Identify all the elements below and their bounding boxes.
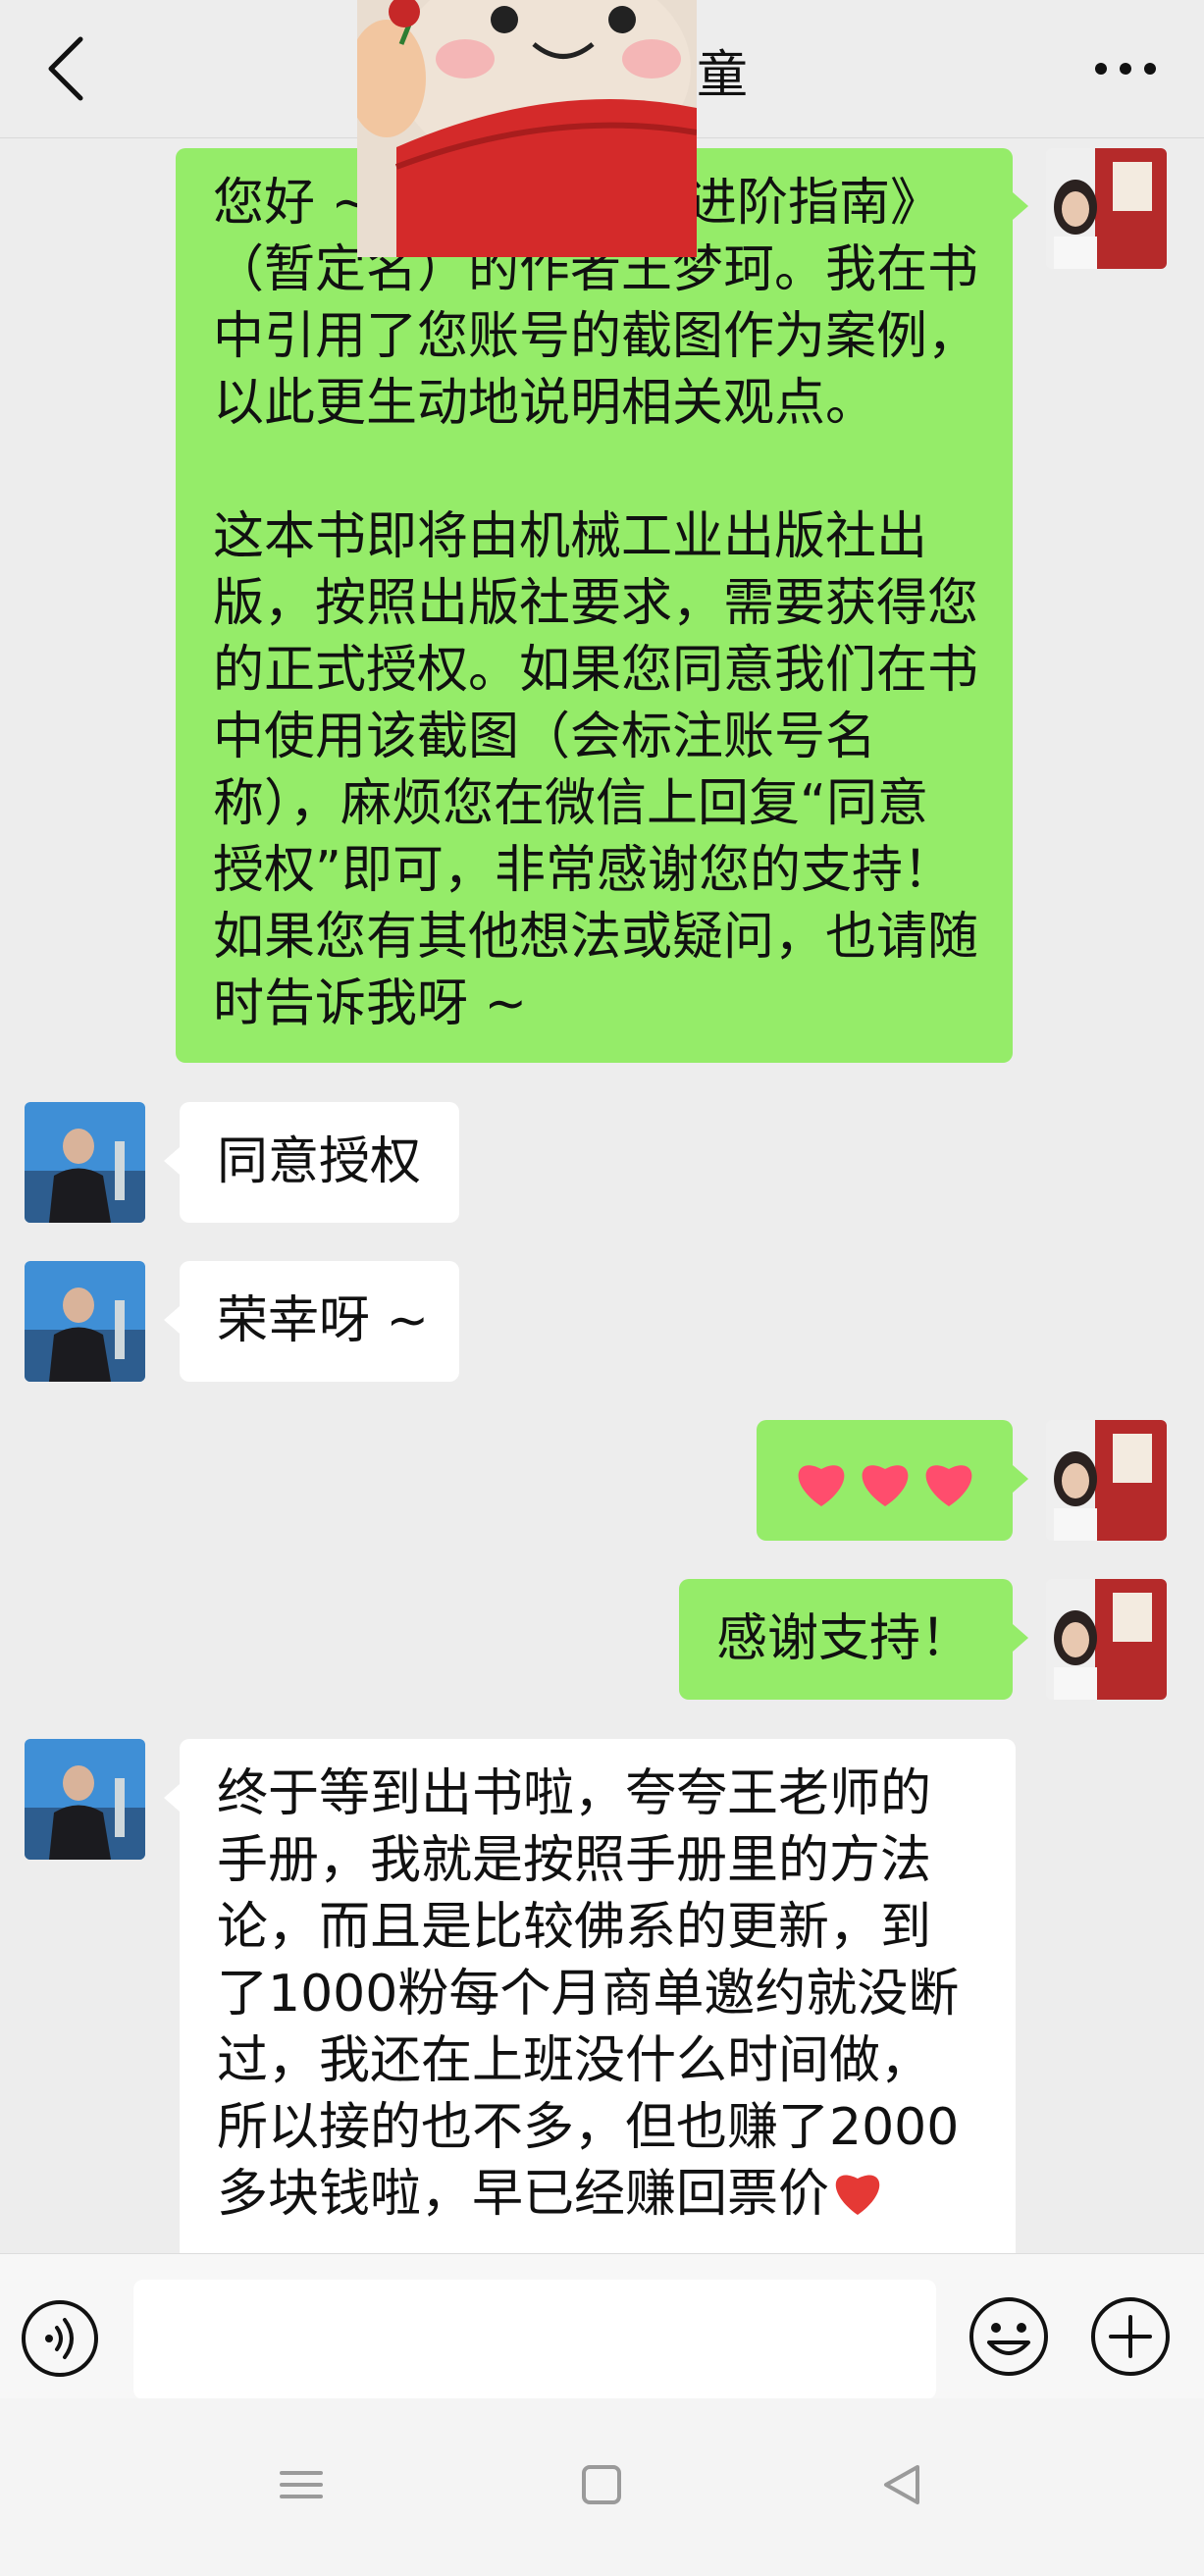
bubble-tail [1013, 192, 1028, 220]
system-navigation-bar [0, 2398, 1204, 2576]
message-input[interactable] [133, 2280, 936, 2399]
message-line: 以此更生动地说明相关观点。 [213, 374, 877, 433]
message-line-text: 多块钱啦，早已经赚回票价 [217, 2165, 830, 2224]
bubble-tail [164, 1306, 180, 1334]
plush-toy-sticker-image [357, 0, 697, 257]
message-line: 多块钱啦，早已经赚回票价 [217, 2161, 978, 2228]
message-line: 如果您有其他想法或疑问，也请随 [213, 908, 979, 967]
bubble-tail [164, 1784, 180, 1812]
message-line: 的正式授权。如果您同意我们在书 [213, 641, 979, 700]
message-line: 时告诉我呀 ~ [213, 974, 528, 1033]
self-avatar[interactable] [1046, 1420, 1167, 1541]
message-list[interactable]: 您好 ~ （暂定名）的作者王梦珂。我在书 中引用了您账号的截图作为案例， 以此更… [0, 138, 1204, 2253]
voice-icon[interactable] [20, 2298, 100, 2379]
chevron-left-icon[interactable] [29, 29, 108, 108]
message-text: 感谢支持！ [716, 1609, 972, 1668]
heart-icon [862, 1465, 909, 1506]
bubble-tail [1013, 1465, 1028, 1493]
message-line: 这本书即将由机械工业出版社出 [213, 507, 928, 566]
message-bubble-contact[interactable]: 终于等到出书啦，夸夸王老师的 手册，我就是按照手册里的方法 论，而且是比较佛系的… [180, 1739, 1016, 2253]
bubble-tail [164, 1147, 180, 1175]
contact-avatar[interactable] [25, 1261, 145, 1382]
message-bubble-contact[interactable]: 同意授权 [180, 1102, 459, 1223]
message-line: 所以接的也不多，但也赚了2000 [217, 2098, 960, 2157]
self-avatar[interactable] [1046, 1579, 1167, 1700]
back-triangle-icon[interactable] [872, 2455, 931, 2514]
heart-icon [835, 2175, 880, 2215]
message-line: 终于等到出书啦，夸夸王老师的 [217, 1764, 932, 1823]
heart-icon [798, 1465, 845, 1506]
message-line: 过，我还在上班没什么时间做， [217, 2031, 932, 2090]
hearts-emoji [798, 1465, 972, 1506]
contact-avatar[interactable] [25, 1739, 145, 1860]
heart-icon [925, 1465, 972, 1506]
chat-title: 童 [697, 46, 749, 105]
message-line: 手册，我就是按照手册里的方法 [217, 1831, 932, 1890]
contact-avatar[interactable] [25, 1102, 145, 1223]
message-line: 中使用该截图（会标注账号名 [213, 708, 877, 766]
message-bubble-self[interactable] [757, 1420, 1013, 1541]
plus-icon[interactable] [1089, 2295, 1172, 2378]
message-line: 称），麻烦您在微信上回复“同意 [213, 774, 928, 833]
message-line: 论，而且是比较佛系的更新，到 [217, 1898, 932, 1957]
message-line: 了1000粉每个月商单邀约就没断 [217, 1965, 960, 2024]
message-bubble-self[interactable]: 感谢支持！ [679, 1579, 1013, 1700]
self-avatar[interactable] [1046, 148, 1167, 269]
more-dots-icon[interactable] [1076, 29, 1175, 108]
message-text: 同意授权 [217, 1132, 422, 1191]
home-icon[interactable] [572, 2455, 631, 2514]
message-line-partial: 进阶指南》 [686, 174, 942, 233]
emoji-icon[interactable] [968, 2295, 1050, 2378]
bubble-tail [1013, 1624, 1028, 1652]
message-line [213, 437, 983, 503]
menu-icon[interactable] [272, 2455, 331, 2514]
message-bubble-contact[interactable]: 荣幸呀 ~ [180, 1261, 459, 1382]
message-line: 授权”即可，非常感谢您的支持！ [213, 841, 954, 900]
message-line: 中引用了您账号的截图作为案例， [213, 307, 979, 366]
message-bubble-self[interactable]: 您好 ~ （暂定名）的作者王梦珂。我在书 中引用了您账号的截图作为案例， 以此更… [176, 148, 1013, 1063]
message-line: 版，按照出版社要求，需要获得您 [213, 574, 979, 633]
input-bar [0, 2253, 1204, 2399]
message-text: 荣幸呀 ~ [217, 1291, 430, 1350]
